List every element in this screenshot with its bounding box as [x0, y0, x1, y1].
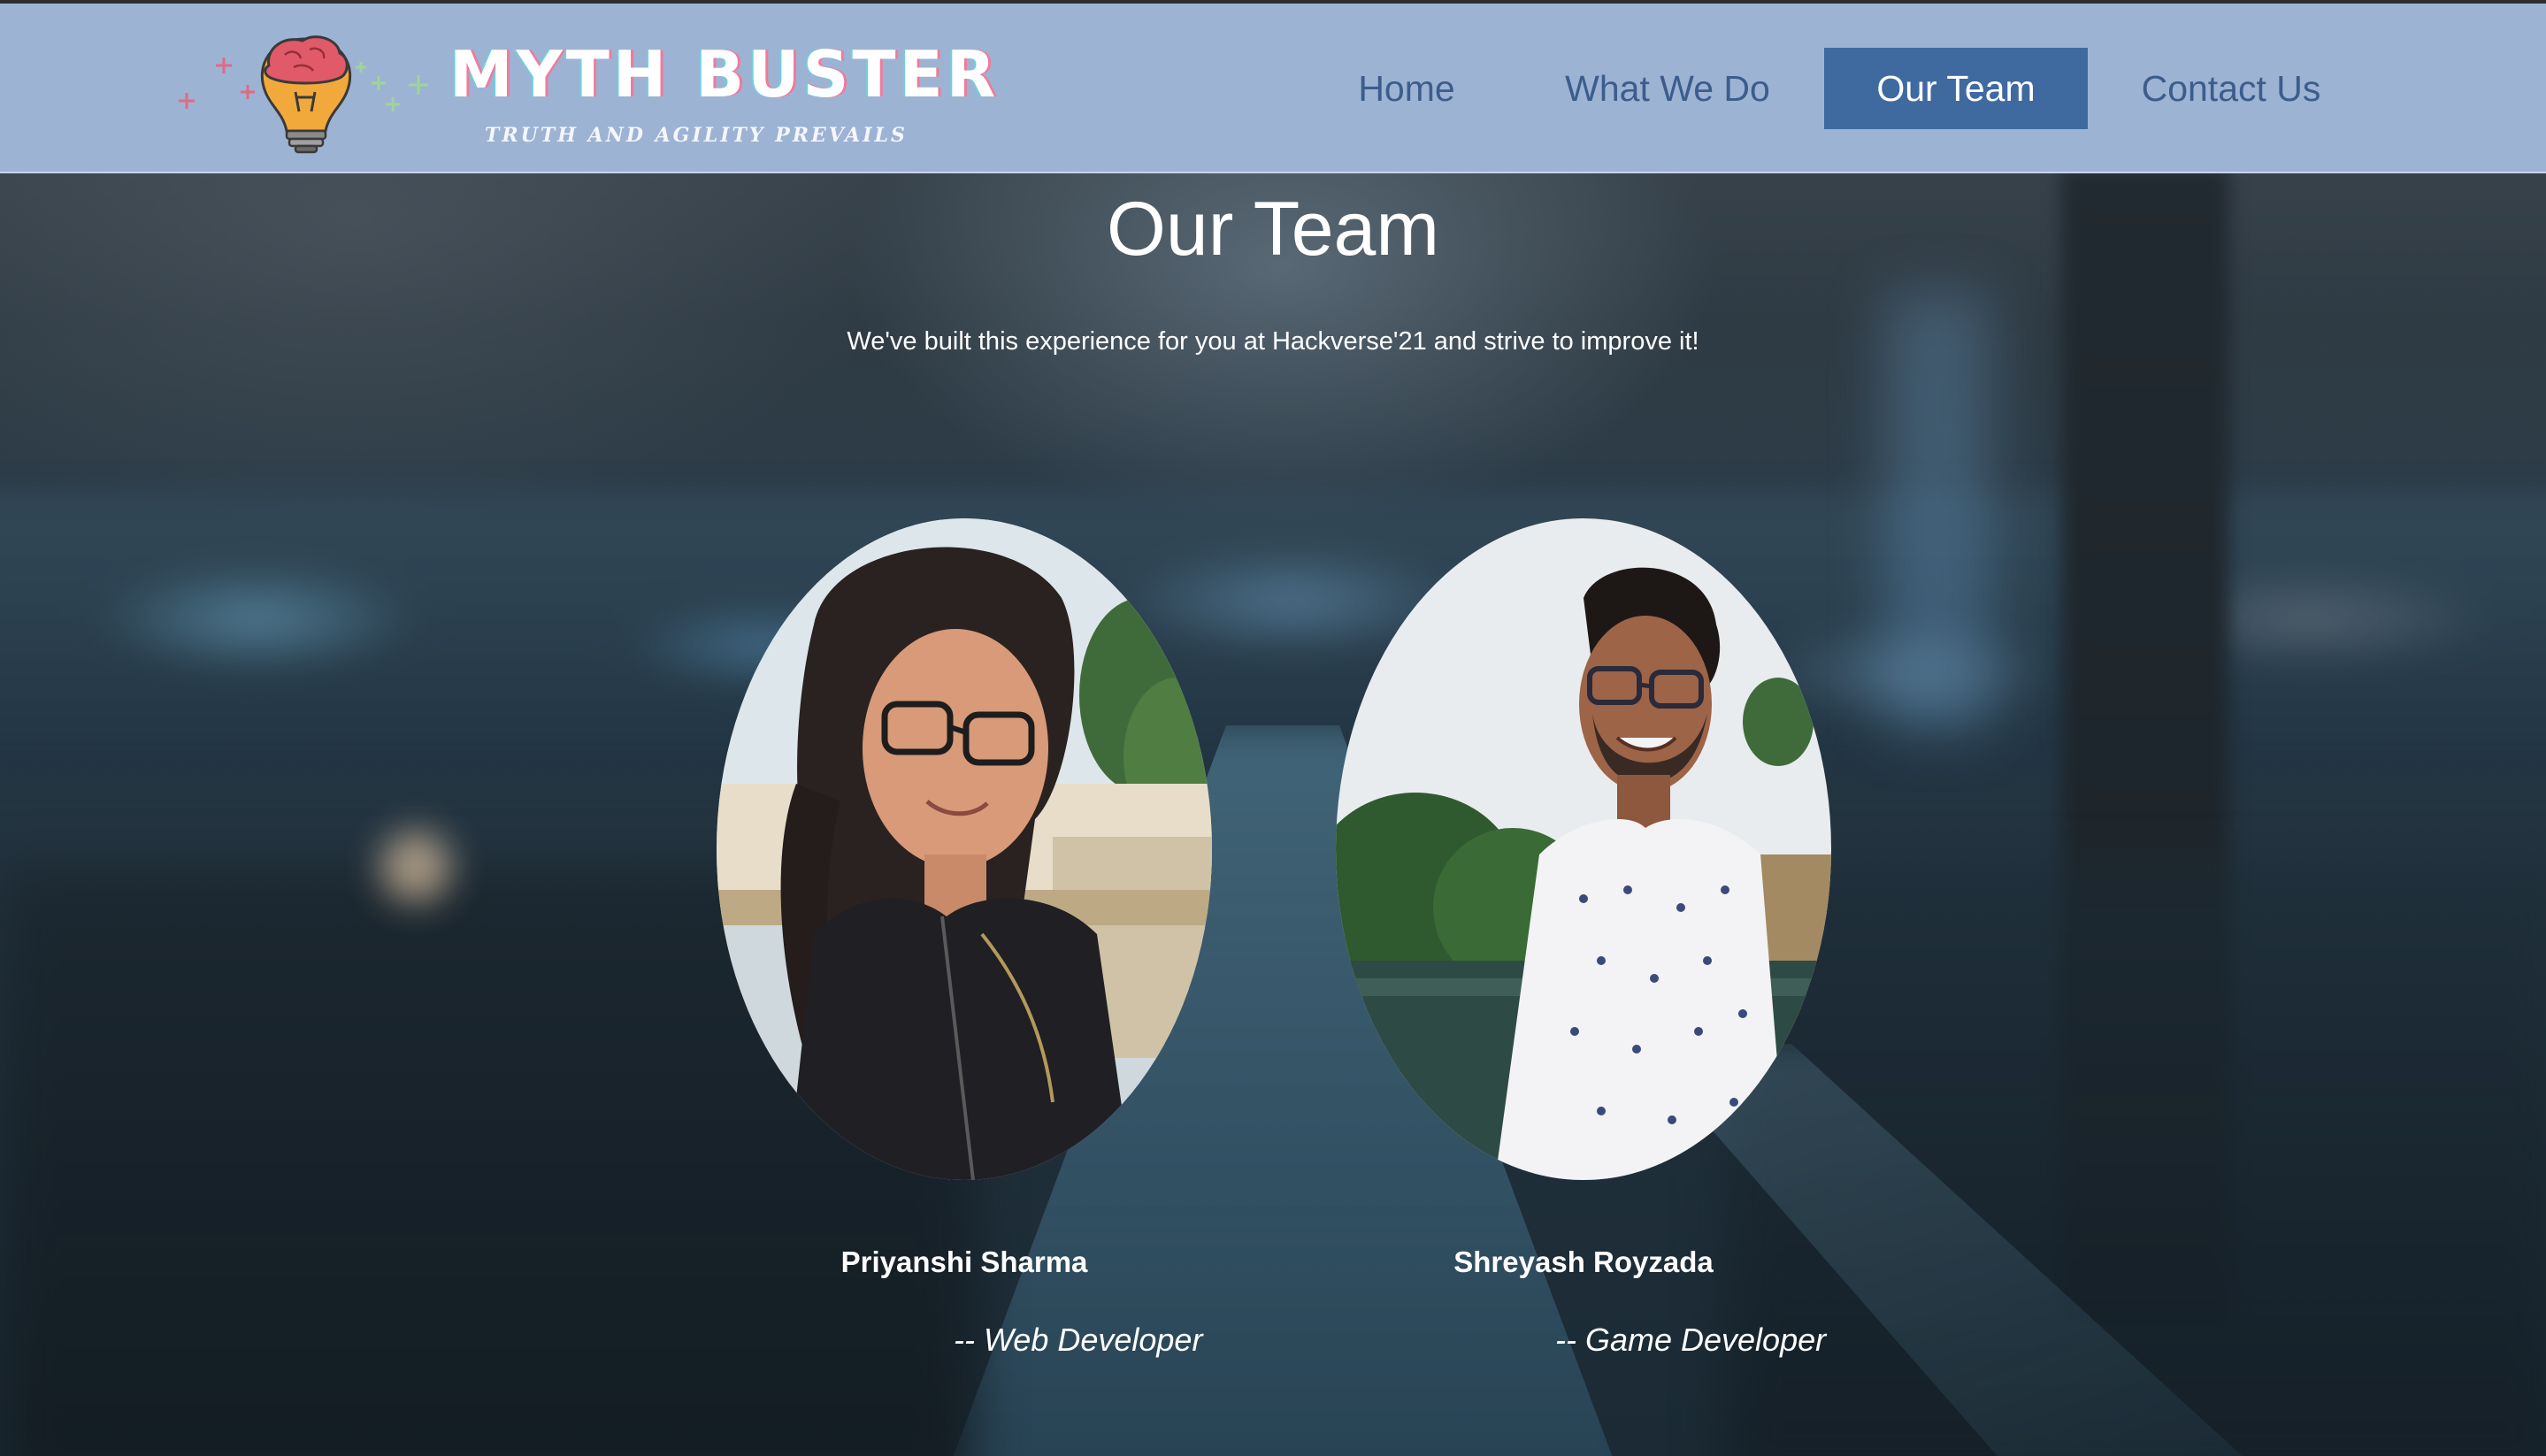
tower-lights-blur [1884, 292, 1990, 734]
nav-home[interactable]: Home [1327, 48, 1486, 129]
site-logo[interactable]: MYTH BUSTER TRUTH AND AGILITY PREVAILS [173, 23, 995, 156]
member-photo [1336, 518, 1831, 1180]
nav-contact-us[interactable]: Contact Us [2116, 48, 2346, 129]
member-photo [717, 518, 1212, 1180]
lightbulb-brain-icon [173, 23, 448, 156]
member-name: Shreyash Royzada [1453, 1245, 1714, 1278]
site-header: MYTH BUSTER TRUTH AND AGILITY PREVAILS H… [0, 4, 2546, 173]
page-title: Our Team [1107, 187, 1439, 272]
member-role: -- Game Developer [1555, 1322, 1827, 1358]
nav-what-we-do[interactable]: What We Do [1539, 48, 1796, 129]
nav-our-team[interactable]: Our Team [1824, 48, 2088, 129]
brand-title: MYTH BUSTER [449, 37, 1000, 111]
brand-tagline: TRUTH AND AGILITY PREVAILS [485, 124, 908, 147]
page-subtitle: We've built this experience for you at H… [847, 327, 1699, 356]
team-member-card: Priyanshi Sharma -- Web Developer [717, 518, 1212, 1368]
street-light-blur [380, 831, 451, 902]
member-name: Priyanshi Sharma [840, 1245, 1088, 1278]
member-role: -- Web Developer [954, 1322, 1203, 1358]
team-member-card: Shreyash Royzada -- Game Developer [1336, 518, 1831, 1368]
